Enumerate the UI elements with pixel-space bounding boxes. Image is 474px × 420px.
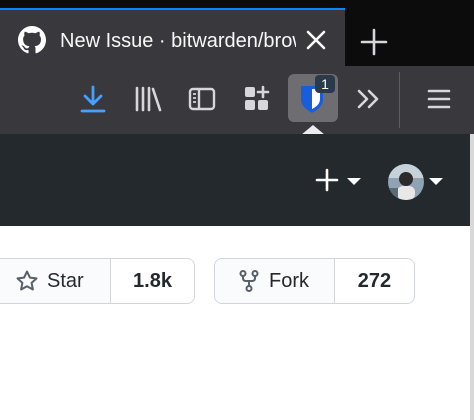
plus-icon[interactable] xyxy=(314,167,340,193)
notification-badge: 1 xyxy=(315,75,335,93)
fork-label: Fork xyxy=(269,269,309,292)
star-count[interactable]: 1.8k xyxy=(110,259,194,303)
user-avatar[interactable] xyxy=(388,164,424,200)
avatar-image xyxy=(388,164,424,200)
library-icon[interactable] xyxy=(133,84,163,114)
toolbar-separator xyxy=(399,72,400,128)
sidebar-icon[interactable] xyxy=(187,84,217,114)
chevron-down-icon[interactable] xyxy=(429,178,443,185)
download-icon[interactable] xyxy=(78,84,108,114)
repo-content xyxy=(0,226,470,420)
chevron-down-icon[interactable] xyxy=(347,178,361,185)
fork-count[interactable]: 272 xyxy=(333,259,414,303)
bitwarden-extension-button[interactable]: 1 xyxy=(288,74,338,122)
star-icon xyxy=(16,270,38,291)
browser-tab-active[interactable]: New Issue · bitwarden/browser xyxy=(0,8,345,70)
extensions-icon[interactable] xyxy=(242,84,272,114)
overflow-chevrons-icon[interactable] xyxy=(354,84,384,114)
close-icon[interactable] xyxy=(304,28,328,52)
hamburger-menu-icon[interactable] xyxy=(424,84,454,114)
tab-title: New Issue · bitwarden/browser xyxy=(60,30,296,52)
browser-toolbar: 1 xyxy=(0,66,474,134)
star-button[interactable]: Star xyxy=(0,259,111,303)
star-label: Star xyxy=(47,269,84,292)
github-icon xyxy=(18,26,46,54)
fork-icon xyxy=(239,270,259,292)
plus-icon[interactable] xyxy=(356,24,392,60)
fork-button-group: Fork 272 xyxy=(214,258,415,304)
fork-button[interactable]: Fork xyxy=(215,259,334,303)
window-edge xyxy=(470,134,474,420)
browser-tab-strip: New Issue · bitwarden/browser xyxy=(0,0,474,70)
star-button-group: Star 1.8k xyxy=(0,258,195,304)
